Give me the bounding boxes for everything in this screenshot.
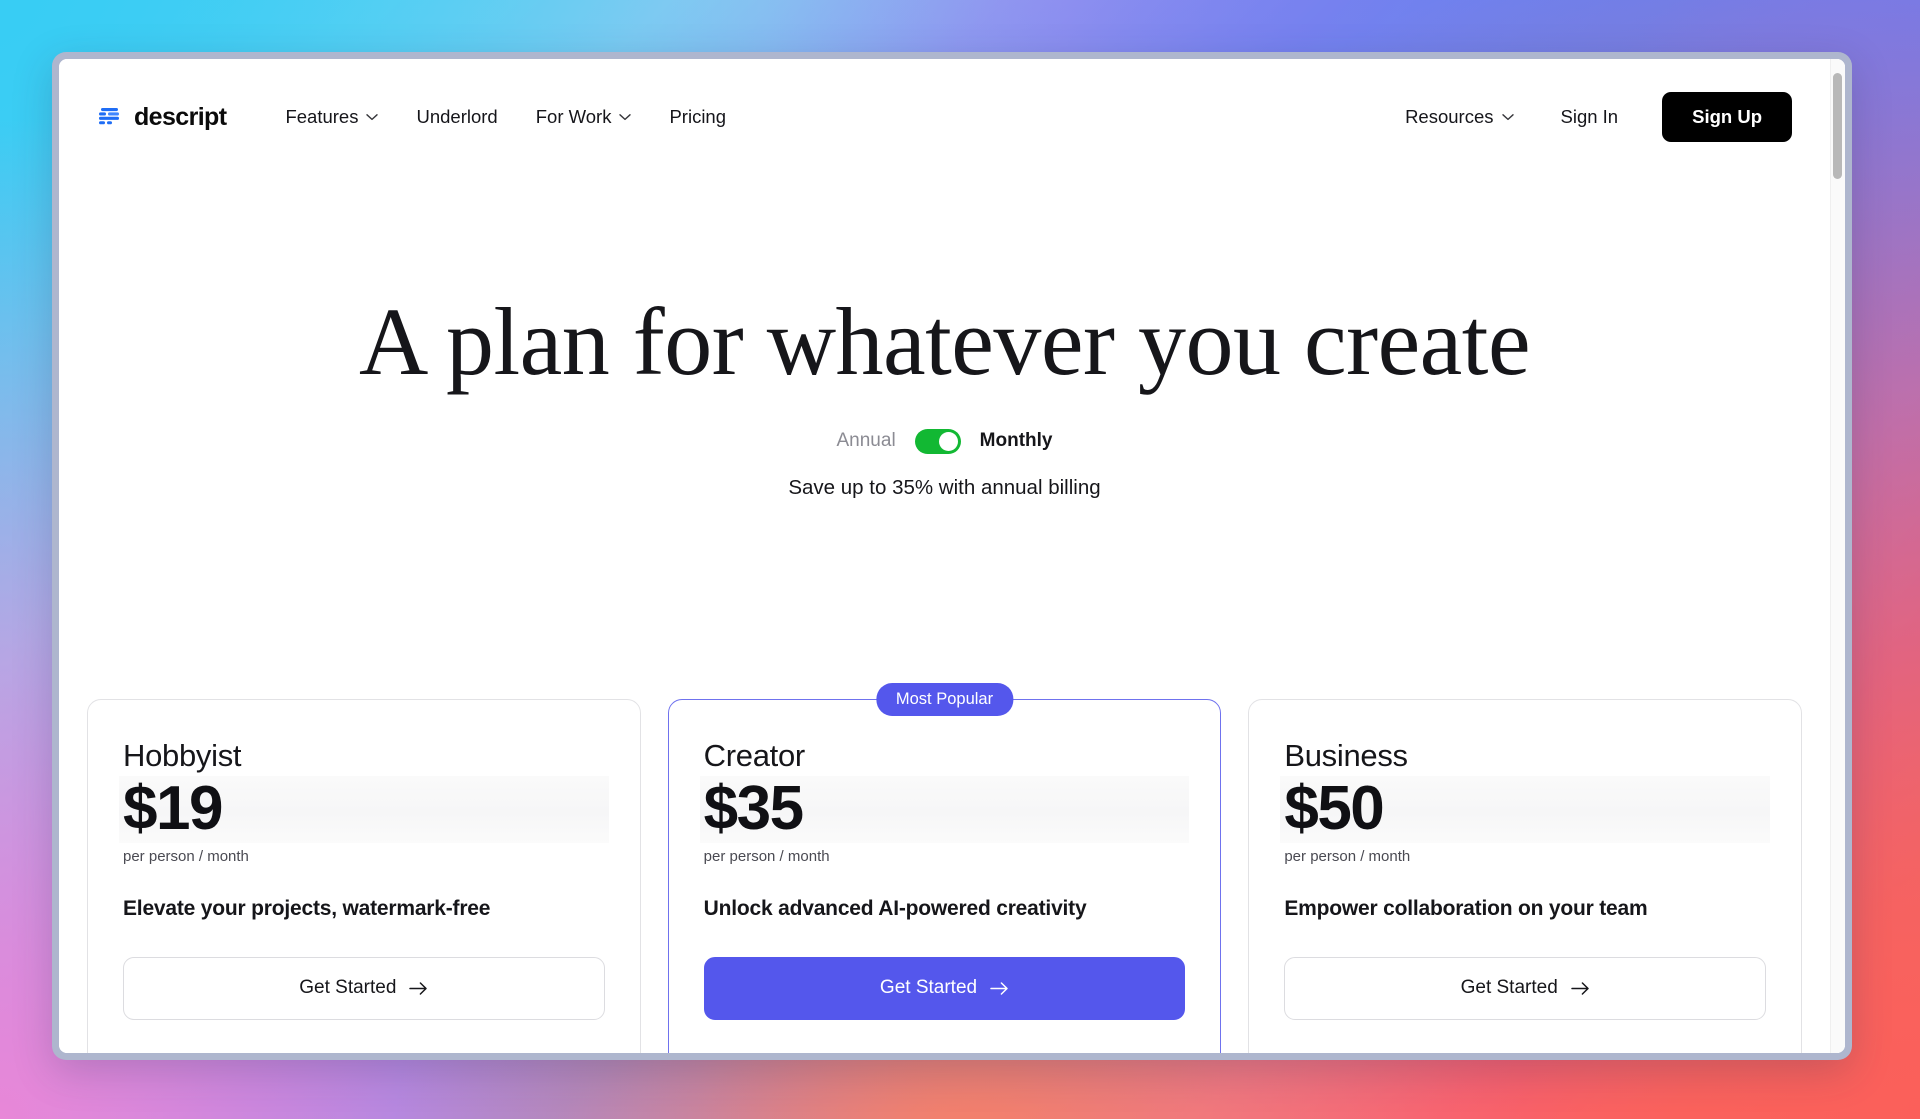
nav-item-for-work-label: For Work [535, 106, 612, 127]
get-started-button[interactable]: Get Started [703, 956, 1186, 1020]
plan-price: $50 [1284, 774, 1384, 843]
plan-price-sub: per person / month [703, 847, 830, 865]
navbar-left-group: descript Features Underlord For Work Pri… [97, 96, 745, 138]
browser-window: descript Features Underlord For Work Pri… [52, 52, 1852, 1060]
plan-tagline: Unlock advanced AI-powered creativity [703, 896, 1087, 920]
pricing-cards: Hobbyist $19 per person / month Elevate … [59, 683, 1830, 1053]
page-scrollbar-track[interactable] [1830, 59, 1845, 1053]
plan-price: $35 [703, 774, 804, 843]
logo-wordmark: descript [134, 102, 227, 131]
plan-tagline: Empower collaboration on your team [1284, 896, 1648, 920]
plan-price: $19 [123, 774, 223, 843]
nav-item-underlord-label: Underlord [416, 106, 498, 127]
chevron-down-icon [619, 114, 632, 121]
arrow-right-icon [409, 982, 428, 995]
pricing-card-business: Business $50 per person / month Empower … [1248, 699, 1803, 1053]
nav-item-pricing[interactable]: Pricing [650, 96, 745, 138]
plan-tagline: Elevate your projects, watermark-free [123, 896, 491, 920]
plan-name: Creator [703, 738, 806, 773]
descript-logo-icon [99, 108, 119, 125]
chevron-down-icon [1501, 114, 1514, 121]
toggle-knob [938, 431, 958, 451]
get-started-label: Get Started [1460, 977, 1558, 999]
arrow-right-icon [1571, 982, 1589, 995]
get-started-label: Get Started [879, 977, 978, 999]
page-scrollbar-thumb[interactable] [1833, 73, 1842, 179]
plan-name: Hobbyist [123, 738, 242, 773]
nav-item-features-label: Features [285, 106, 359, 127]
descript-logo[interactable]: descript [97, 102, 227, 132]
nav-item-features[interactable]: Features [266, 96, 397, 138]
plan-name: Business [1284, 738, 1408, 773]
nav-item-for-work[interactable]: For Work [517, 96, 651, 138]
most-popular-badge: Most Popular [875, 683, 1014, 716]
page-title: A plan for whatever you create [358, 288, 1531, 395]
billing-period-toggle[interactable] [914, 428, 961, 454]
navbar-right-group: Resources Sign In Sign Up [1386, 92, 1792, 142]
pricing-card-creator: Most Popular Creator $35 per person / mo… [667, 683, 1222, 1053]
pricing-page: descript Features Underlord For Work Pri… [59, 59, 1845, 1053]
nav-item-underlord[interactable]: Underlord [397, 96, 516, 138]
site-navbar: descript Features Underlord For Work Pri… [59, 59, 1830, 175]
hero-section: A plan for whatever you create Annual Mo… [59, 175, 1830, 500]
nav-item-resources[interactable]: Resources [1386, 96, 1532, 138]
nav-item-resources-label: Resources [1405, 106, 1494, 127]
get-started-button[interactable]: Get Started [1284, 956, 1767, 1020]
chevron-down-icon [366, 114, 379, 121]
billing-toggle-row: Annual Monthly [59, 428, 1830, 454]
arrow-right-icon [990, 982, 1008, 995]
sign-in-link[interactable]: Sign In [1539, 96, 1641, 138]
billing-annual-label[interactable]: Annual [837, 430, 896, 452]
savings-note: Save up to 35% with annual billing [788, 475, 1101, 499]
price-band: $50 [1280, 774, 1771, 843]
pricing-card-hobbyist: Hobbyist $19 per person / month Elevate … [87, 699, 641, 1053]
nav-item-pricing-label: Pricing [669, 106, 727, 127]
plan-price-sub: per person / month [123, 847, 249, 865]
get-started-label: Get Started [299, 977, 397, 999]
get-started-button[interactable]: Get Started [123, 956, 605, 1020]
billing-monthly-label[interactable]: Monthly [980, 430, 1053, 452]
sign-up-button[interactable]: Sign Up [1662, 92, 1792, 142]
plan-price-sub: per person / month [1284, 847, 1411, 865]
browser-viewport: descript Features Underlord For Work Pri… [59, 59, 1845, 1053]
price-band: $19 [119, 774, 609, 843]
price-band: $35 [699, 774, 1190, 843]
